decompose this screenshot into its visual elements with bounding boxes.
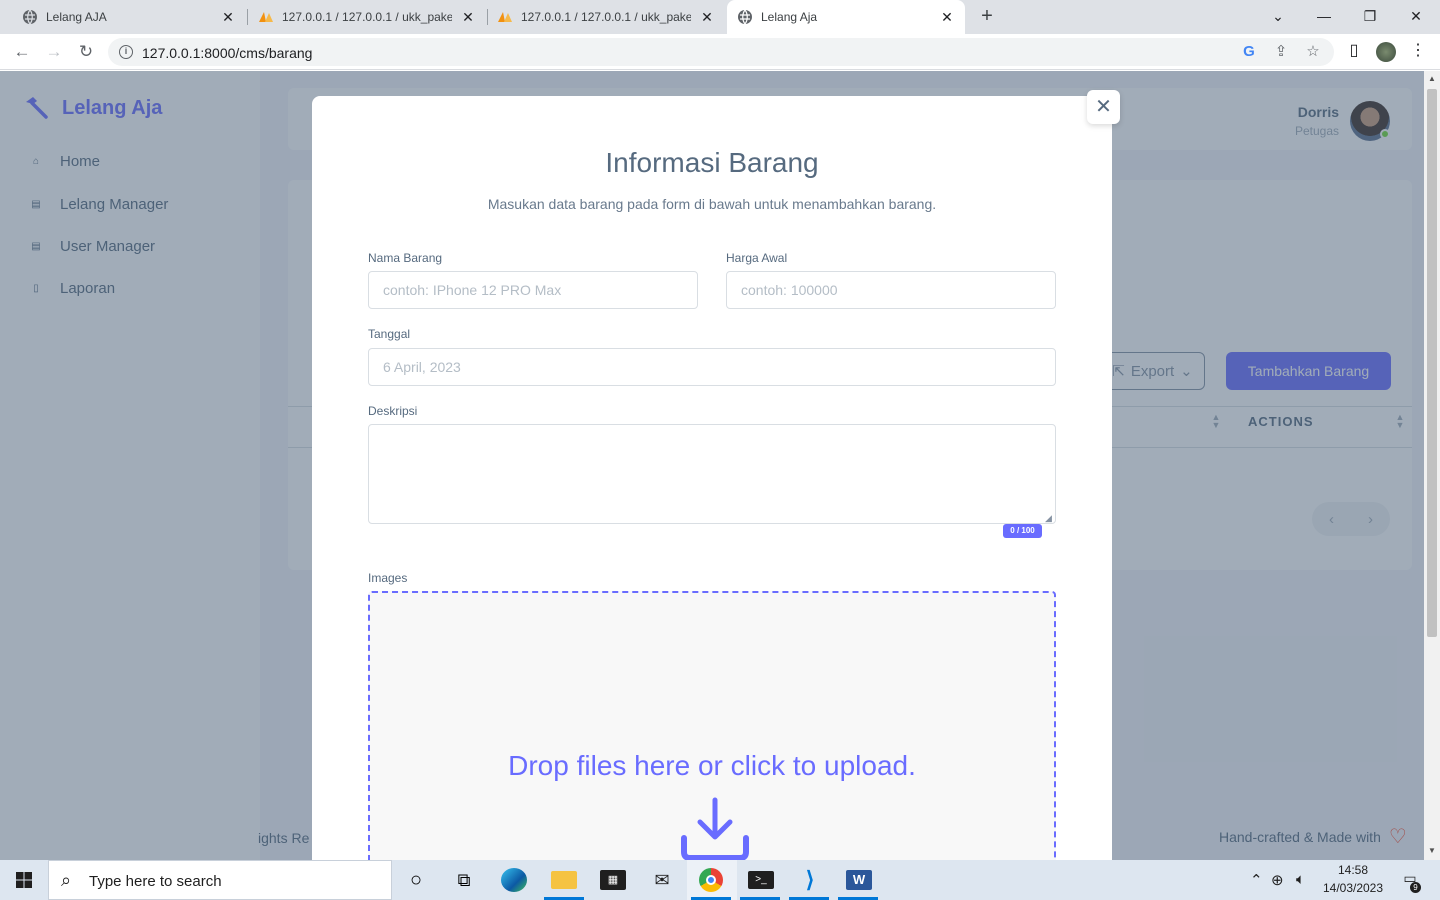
close-icon[interactable]: ✕ <box>699 9 715 25</box>
tab-label: Lelang Aja <box>761 10 818 24</box>
task-view-icon[interactable]: ⧉ <box>451 868 477 892</box>
side-panel-icon[interactable]: ▯ <box>1344 42 1364 60</box>
chrome-icon[interactable] <box>699 868 723 892</box>
tab-phpmyadmin-1[interactable]: 127.0.0.1 / 127.0.0.1 / ukk_paket_ ✕ <box>250 0 486 34</box>
share-icon[interactable]: ⇪ <box>1272 44 1290 60</box>
dropzone-text: Drop files here or click to upload. <box>508 750 916 781</box>
harga-awal-input[interactable] <box>726 271 1056 309</box>
tanggal-label: Tanggal <box>368 327 411 341</box>
new-tab-button[interactable]: + <box>977 6 997 26</box>
character-counter: 0 / 100 <box>1003 524 1042 538</box>
vscode-icon[interactable]: ⟩ <box>797 868 823 892</box>
modal-close-button[interactable]: ✕ <box>1087 90 1120 124</box>
scroll-down-icon[interactable]: ▼ <box>1424 846 1440 855</box>
search-placeholder: Type here to search <box>89 873 222 890</box>
file-explorer-icon[interactable] <box>551 871 577 889</box>
menu-kebab-icon[interactable]: ⋮ <box>1408 42 1428 60</box>
nama-barang-label: Nama Barang <box>368 251 443 265</box>
address-bar[interactable]: i 127.0.0.1:8000/cms/barang G ⇪ ☆ <box>108 38 1334 66</box>
info-icon[interactable]: i <box>119 45 133 59</box>
back-icon[interactable]: ← <box>12 42 32 62</box>
mail-icon[interactable]: ✉ <box>649 868 675 892</box>
resize-handle-icon[interactable]: ◢ <box>1045 513 1055 523</box>
clock-time[interactable]: 14:58 <box>1327 863 1379 877</box>
tanggal-value: 6 April, 2023 <box>383 359 461 375</box>
tab-lelang-aja-1[interactable]: Lelang AJA ✕ <box>12 0 246 34</box>
bookmark-star-icon[interactable]: ☆ <box>1304 44 1322 60</box>
nama-barang-input[interactable] <box>368 271 698 309</box>
volume-icon[interactable]: 🔈︎ <box>1296 871 1305 888</box>
globe-icon <box>23 9 37 25</box>
chrome-icon-center <box>706 875 716 885</box>
images-label: Images <box>368 571 408 585</box>
deskripsi-label: Deskripsi <box>368 404 418 418</box>
network-globe-icon[interactable]: ⊕ <box>1271 871 1284 889</box>
scrollbar-thumb[interactable] <box>1427 89 1437 637</box>
word-icon[interactable]: W <box>846 870 872 890</box>
restore-button[interactable]: ❐ <box>1360 6 1380 26</box>
close-icon[interactable]: ✕ <box>460 9 476 25</box>
terminal-icon[interactable]: >_ <box>748 871 774 889</box>
tab-search-icon[interactable]: ⌄ <box>1268 6 1288 26</box>
informasi-barang-modal: Informasi Barang Masukan data barang pad… <box>312 96 1112 860</box>
show-hidden-icons[interactable]: ⌃ <box>1250 871 1263 889</box>
browser-toolbar: ← → ↻ i 127.0.0.1:8000/cms/barang G ⇪ ☆ <box>0 34 1440 70</box>
tab-separator <box>247 9 248 25</box>
clock-date[interactable]: 14/03/2023 <box>1320 881 1386 895</box>
profile-avatar[interactable] <box>1376 42 1396 62</box>
search-icon: ⌕ <box>61 870 72 890</box>
deskripsi-textarea[interactable] <box>368 424 1056 524</box>
scroll-up-icon[interactable]: ▲ <box>1424 74 1440 83</box>
download-icon <box>681 797 749 860</box>
browser-tab-bar: Lelang AJA ✕ 127.0.0.1 / 127.0.0.1 / ukk… <box>0 0 1440 34</box>
google-icon[interactable]: G <box>1240 44 1258 60</box>
tab-label: 127.0.0.1 / 127.0.0.1 / ukk_paket_ <box>282 10 452 24</box>
close-icon[interactable]: ✕ <box>220 9 236 25</box>
tab-phpmyadmin-2[interactable]: 127.0.0.1 / 127.0.0.1 / ukk_paket_ ✕ <box>489 0 725 34</box>
modal-title: Informasi Barang <box>605 147 819 178</box>
forward-icon[interactable]: → <box>44 42 64 62</box>
reload-icon[interactable]: ↻ <box>76 42 96 62</box>
tab-label: 127.0.0.1 / 127.0.0.1 / ukk_paket_ <box>521 10 691 24</box>
windows-taskbar: ⌕ Type here to search ○ ⧉ ▦ ✉ >_ ⟩ W ⌃ ⊕… <box>0 860 1440 900</box>
taskbar-search[interactable]: ⌕ Type here to search <box>48 860 392 900</box>
url-text: 127.0.0.1:8000/cms/barang <box>142 45 313 61</box>
harga-awal-label: Harga Awal <box>726 251 788 265</box>
edge-icon[interactable] <box>501 868 527 892</box>
image-dropzone[interactable]: Drop files here or click to upload. <box>368 591 1056 860</box>
notification-count: 9 <box>1410 882 1421 893</box>
phpmyadmin-icon <box>498 12 512 22</box>
store-icon[interactable]: ▦ <box>600 870 626 890</box>
minimize-button[interactable]: — <box>1314 6 1334 26</box>
tanggal-input[interactable]: 6 April, 2023 <box>368 348 1056 386</box>
tab-separator <box>487 9 488 25</box>
globe-icon <box>738 9 752 25</box>
modal-subtitle: Masukan data barang pada form di bawah u… <box>487 196 937 212</box>
windows-start-icon[interactable] <box>0 860 48 900</box>
close-icon[interactable]: ✕ <box>939 9 955 25</box>
phpmyadmin-icon <box>259 12 273 22</box>
tab-lelang-aja-active[interactable]: Lelang Aja ✕ <box>727 0 965 34</box>
window-close-button[interactable]: ✕ <box>1406 6 1426 26</box>
tab-label: Lelang AJA <box>46 10 107 24</box>
cortana-icon[interactable]: ○ <box>403 868 429 892</box>
